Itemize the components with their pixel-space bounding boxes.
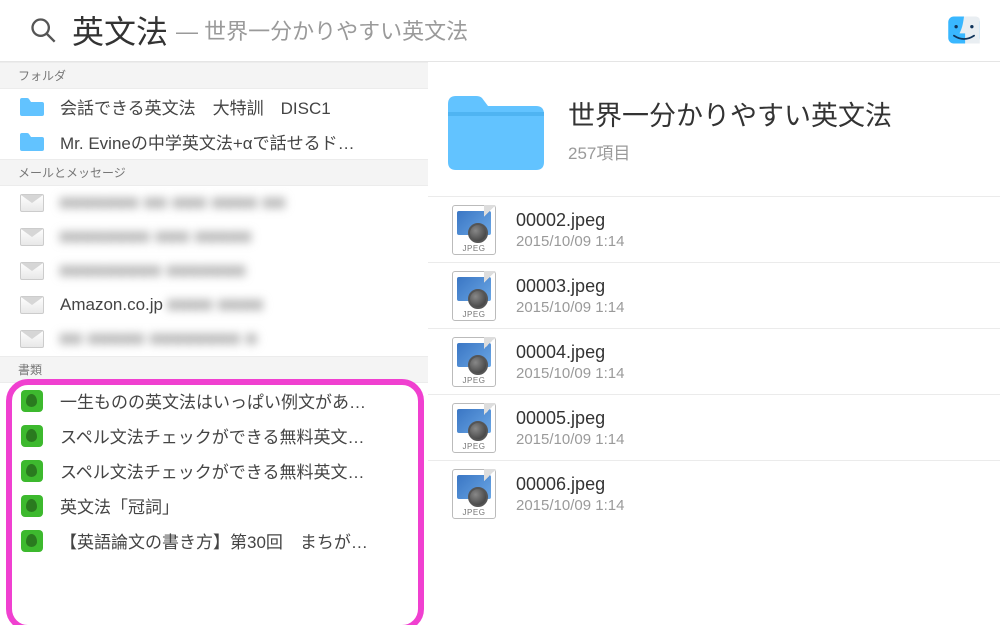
result-label: ■■ ■■■■■ ■■■■■■■■ ■ [60, 329, 257, 349]
jpeg-file-icon: JPEG [452, 469, 496, 519]
result-label: Amazon.co.jp ■■■■ ■■■■ [60, 295, 264, 315]
folder-icon [18, 95, 46, 119]
search-icon [26, 13, 60, 47]
file-row[interactable]: JPEG 00002.jpeg 2015/10/09 1:14 [428, 196, 1000, 262]
mail-result-row[interactable]: Amazon.co.jp ■■■■ ■■■■ [0, 288, 428, 322]
evernote-icon [18, 389, 46, 413]
document-result-row[interactable]: スペル文法チェックができる無料英文… [0, 453, 428, 488]
results-sidebar: フォルダ会話できる英文法 大特訓 DISC1 Mr. Evineの中学英文法+αで… [0, 62, 428, 625]
file-name: 00005.jpeg [516, 408, 624, 429]
document-result-row[interactable]: スペル文法チェックができる無料英文… [0, 418, 428, 453]
file-row[interactable]: JPEG 00003.jpeg 2015/10/09 1:14 [428, 262, 1000, 328]
search-query-text[interactable]: 英文法 [72, 7, 168, 53]
evernote-icon [18, 494, 46, 518]
file-row[interactable]: JPEG 00004.jpeg 2015/10/09 1:14 [428, 328, 1000, 394]
section-header: メールとメッセージ [0, 159, 428, 186]
file-name: 00003.jpeg [516, 276, 624, 297]
file-list: JPEG 00002.jpeg 2015/10/09 1:14 JPEG 00003.j… [428, 196, 1000, 526]
result-label: 英文法「冠詞」 [60, 493, 179, 518]
folder-icon-large [442, 86, 550, 174]
mail-result-row[interactable]: ■■■■■■■■ ■■■ ■■■■■ [0, 220, 428, 254]
folder-icon [18, 130, 46, 154]
file-name: 00002.jpeg [516, 210, 624, 231]
document-result-row[interactable]: 英文法「冠詞」 [0, 488, 428, 523]
file-row[interactable]: JPEG 00005.jpeg 2015/10/09 1:14 [428, 394, 1000, 460]
file-row[interactable]: JPEG 00006.jpeg 2015/10/09 1:14 [428, 460, 1000, 526]
jpeg-file-icon: JPEG [452, 403, 496, 453]
evernote-icon [18, 424, 46, 448]
envelope-icon [18, 191, 46, 215]
result-label: ■■■■■■■ ■■ ■■■ ■■■■ ■■ [60, 193, 286, 213]
jpeg-file-icon: JPEG [452, 205, 496, 255]
search-header: 英文法 — 世界一分かりやすい英文法 [0, 0, 1000, 62]
jpeg-file-icon: JPEG [452, 271, 496, 321]
file-date: 2015/10/09 1:14 [516, 233, 624, 250]
file-date: 2015/10/09 1:14 [516, 299, 624, 316]
evernote-icon [18, 529, 46, 553]
file-date: 2015/10/09 1:14 [516, 365, 624, 382]
result-label: 【英語論文の書き方】第30回 まちが… [60, 528, 368, 553]
envelope-icon [18, 259, 46, 283]
finder-icon [946, 12, 982, 48]
preview-pane: 世界一分かりやすい英文法 257項目 JPEG 00002.jpeg 2015/10… [428, 62, 1000, 625]
mail-result-row[interactable]: ■■ ■■■■■ ■■■■■■■■ ■ [0, 322, 428, 356]
search-context-text: — 世界一分かりやすい英文法 [176, 14, 468, 46]
folder-item-count: 257項目 [568, 139, 892, 164]
mail-result-row[interactable]: ■■■■■■■ ■■ ■■■ ■■■■ ■■ [0, 186, 428, 220]
file-name: 00004.jpeg [516, 342, 624, 363]
result-label: 一生ものの英文法はいっぱい例文があ… [60, 388, 366, 413]
folder-title: 世界一分かりやすい英文法 [568, 86, 892, 133]
document-result-row[interactable]: 一生ものの英文法はいっぱい例文があ… [0, 383, 428, 418]
document-result-row[interactable]: 【英語論文の書き方】第30回 まちが… [0, 523, 428, 558]
file-name: 00006.jpeg [516, 474, 624, 495]
result-label: ■■■■■■■■ ■■■ ■■■■■ [60, 227, 252, 247]
result-label: スペル文法チェックができる無料英文… [60, 423, 364, 448]
envelope-icon [18, 327, 46, 351]
result-label: Mr. Evineの中学英文法+αで話せるド… [60, 129, 355, 154]
result-label: スペル文法チェックができる無料英文… [60, 458, 364, 483]
jpeg-file-icon: JPEG [452, 337, 496, 387]
mail-result-row[interactable]: ■■■■■■■■■ ■■■■■■■ [0, 254, 428, 288]
folder-result-row[interactable]: 会話できる英文法 大特訓 DISC1 [0, 89, 428, 124]
result-label: ■■■■■■■■■ ■■■■■■■ [60, 261, 246, 281]
file-date: 2015/10/09 1:14 [516, 497, 624, 514]
evernote-icon [18, 459, 46, 483]
envelope-icon [18, 225, 46, 249]
file-date: 2015/10/09 1:14 [516, 431, 624, 448]
envelope-icon [18, 293, 46, 317]
section-header: フォルダ [0, 62, 428, 89]
section-header: 書類 [0, 356, 428, 383]
folder-result-row[interactable]: Mr. Evineの中学英文法+αで話せるド… [0, 124, 428, 159]
folder-header: 世界一分かりやすい英文法 257項目 [428, 86, 1000, 196]
result-label: 会話できる英文法 大特訓 DISC1 [60, 94, 331, 119]
